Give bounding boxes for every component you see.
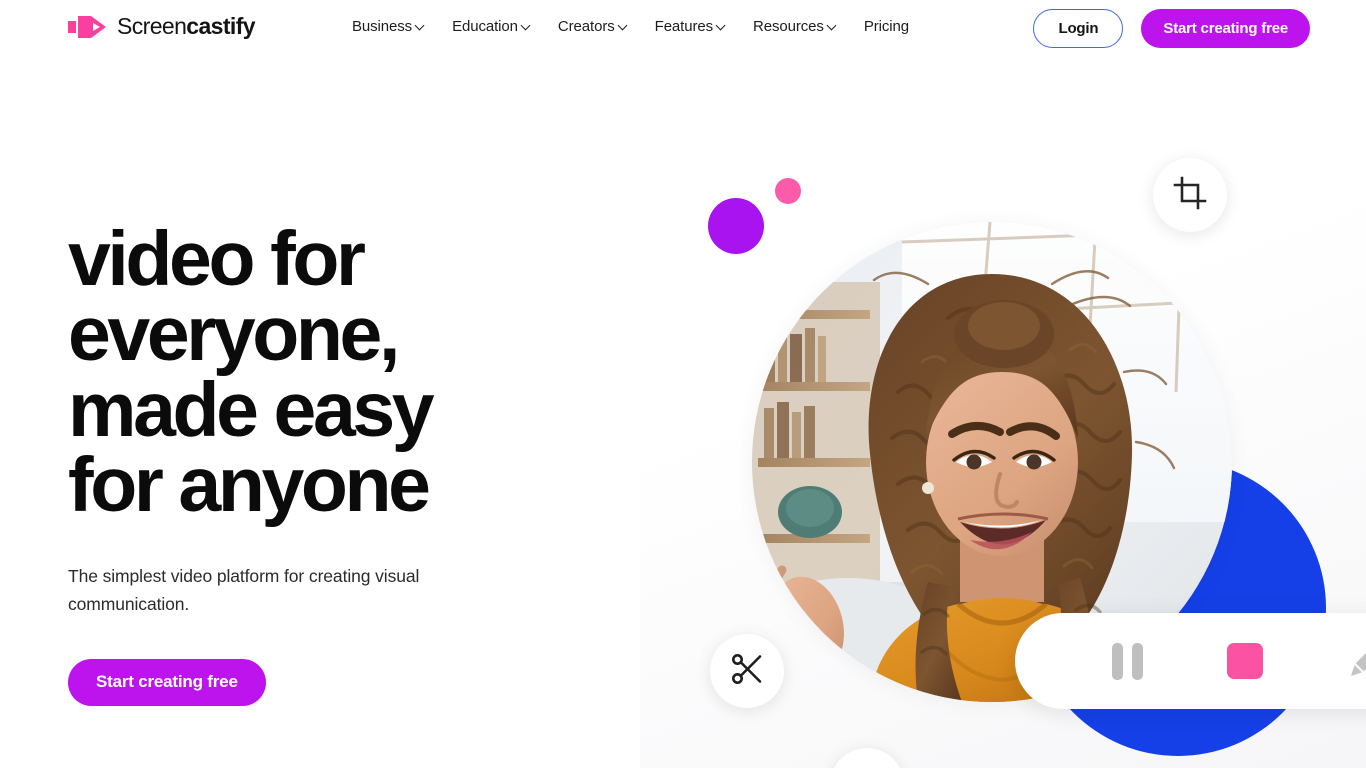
nav-label-features: Features	[654, 18, 714, 35]
crop-tool-badge[interactable]	[1153, 158, 1227, 232]
nav-item-business[interactable]: Business	[352, 18, 425, 35]
stop-recording-button[interactable]	[1227, 643, 1263, 679]
hero-headline-line-2: everyone,	[68, 291, 400, 378]
nav-label-business: Business	[352, 18, 413, 35]
nav-label-education: Education	[452, 18, 518, 35]
scissors-icon	[731, 653, 763, 690]
landing-page: Screencastify Business Education Creator…	[0, 0, 1366, 768]
primary-navigation: Business Education Creators Features Res…	[352, 18, 909, 35]
hero-start-creating-free-button[interactable]: Start creating free	[68, 658, 266, 706]
hero-subheadline: The simplest video platform for creating…	[68, 565, 420, 614]
chevron-down-icon	[619, 21, 628, 30]
nav-label-resources: Resources	[753, 18, 824, 35]
decorative-purple-circle	[708, 198, 764, 254]
chevron-down-icon	[828, 21, 837, 30]
crop-icon	[1173, 176, 1207, 215]
nav-item-creators[interactable]: Creators	[558, 18, 628, 35]
brand-name: Screencastify	[117, 13, 256, 40]
chevron-down-icon	[416, 21, 425, 30]
pause-recording-button[interactable]	[1112, 642, 1143, 680]
hero-headline-line-1: video for	[68, 216, 366, 302]
nav-item-education[interactable]: Education	[452, 18, 531, 35]
hero-headline: video for everyone, made easy for anyone	[68, 216, 588, 529]
pause-bar-left	[1112, 642, 1123, 680]
nav-item-features[interactable]: Features	[655, 18, 726, 35]
hero-headline-line-4: for anyone	[68, 442, 431, 529]
login-button[interactable]: Login	[1033, 9, 1124, 48]
play-camera-logo-icon	[68, 14, 108, 40]
nav-label-pricing: Pricing	[863, 18, 909, 35]
hero-copy: video for everyone, made easy for anyone…	[68, 216, 588, 706]
nav-item-pricing[interactable]: Pricing	[864, 18, 909, 35]
recording-toolbar	[1015, 613, 1366, 709]
brand-name-light: Screen	[117, 13, 187, 39]
pen-icon	[1345, 652, 1366, 686]
pause-bar-right	[1132, 642, 1143, 680]
nav-item-resources[interactable]: Resources	[753, 18, 837, 35]
audio-tool-badge[interactable]	[830, 748, 904, 768]
chevron-down-icon	[522, 21, 531, 30]
nav-label-creators: Creators	[557, 18, 615, 35]
header-actions: Login Start creating free	[1033, 9, 1310, 48]
decorative-pink-dot	[775, 178, 801, 204]
trim-tool-badge[interactable]	[710, 634, 784, 708]
hero-visual	[640, 58, 1366, 768]
hero-headline-line-3: made easy	[68, 366, 435, 453]
draw-tool-button[interactable]	[1345, 636, 1366, 687]
header-start-creating-free-button[interactable]: Start creating free	[1141, 9, 1310, 48]
site-header: Screencastify Business Education Creator…	[0, 0, 1366, 58]
brand-logo[interactable]: Screencastify	[68, 13, 256, 40]
chevron-down-icon	[717, 21, 726, 30]
brand-name-bold: castify	[186, 13, 255, 39]
